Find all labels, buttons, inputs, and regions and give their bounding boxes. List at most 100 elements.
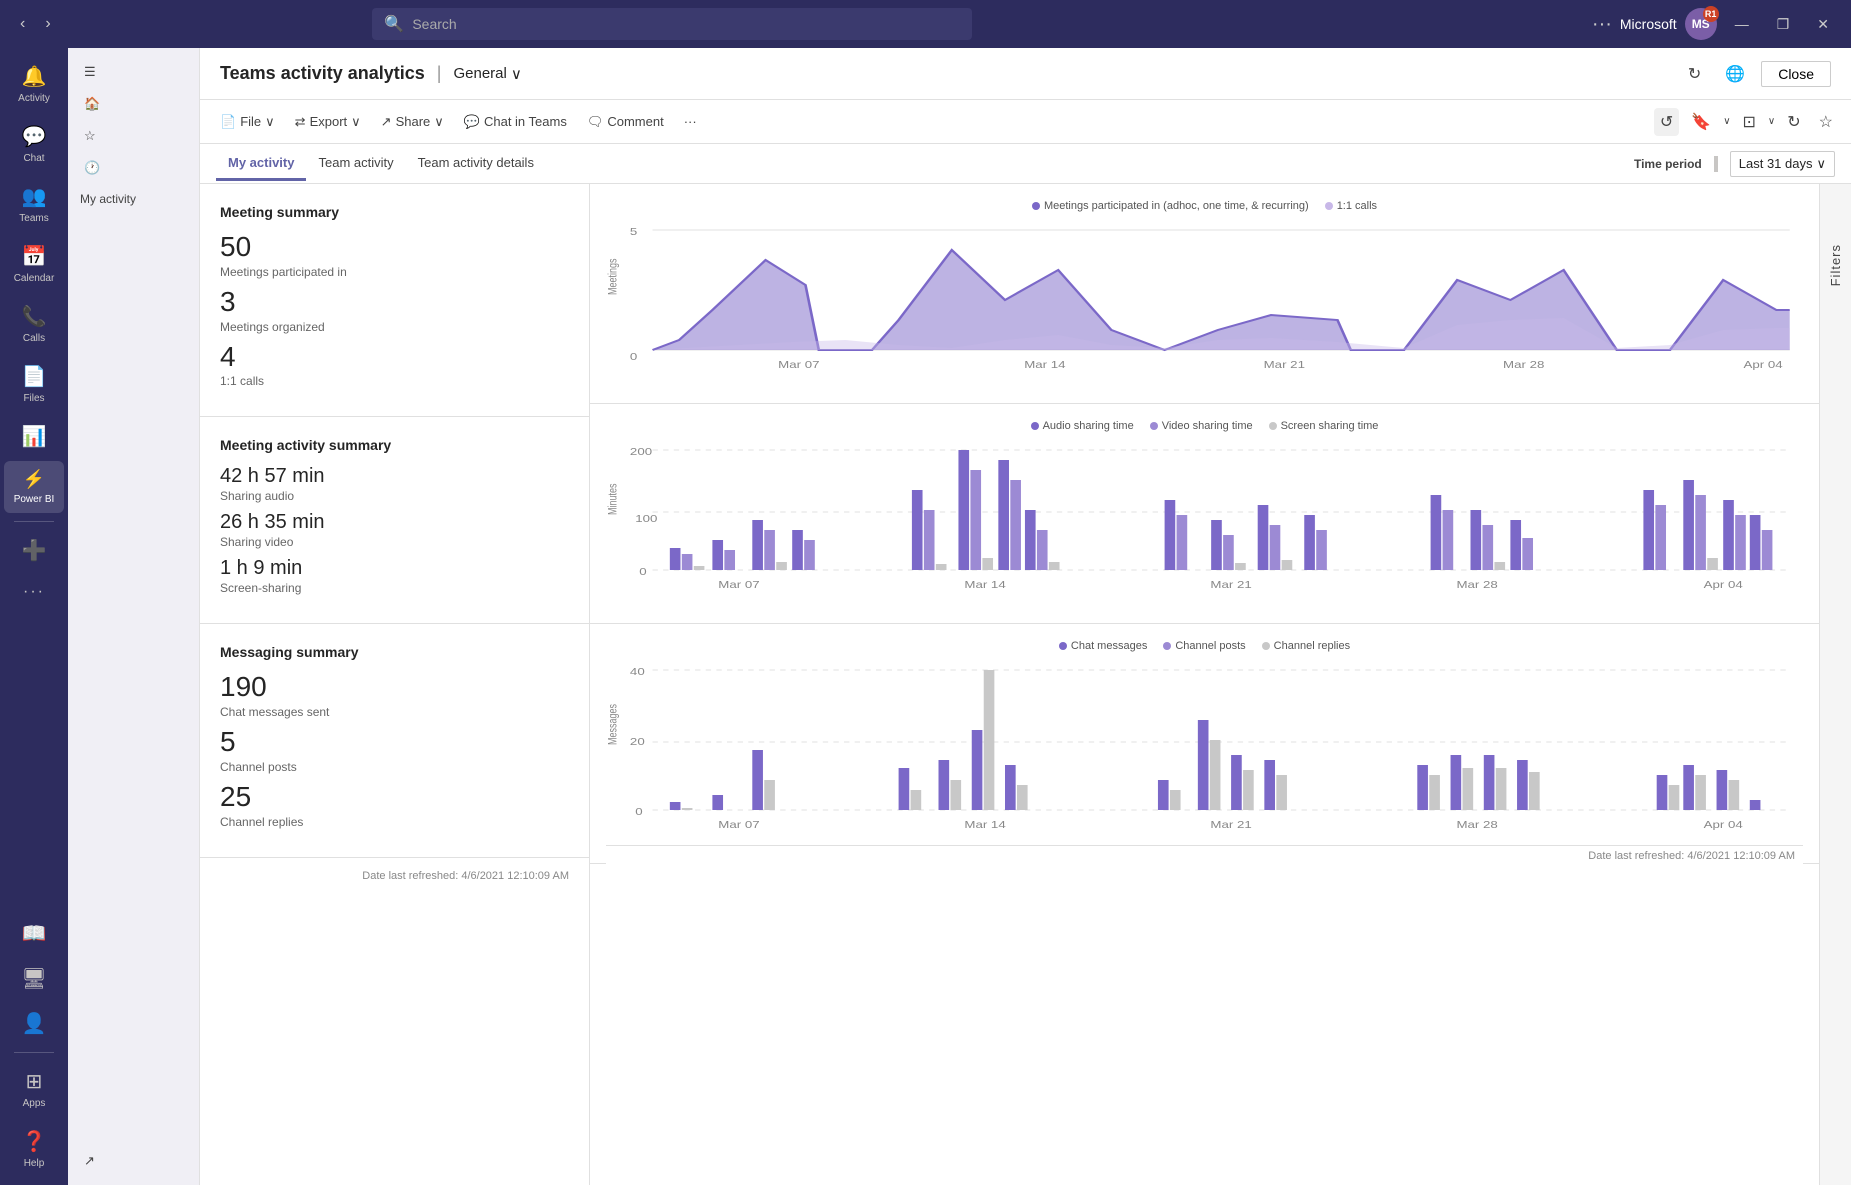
home-button[interactable]: 🏠 [72, 88, 195, 120]
sidebar-item-apps[interactable]: ⊞ Apps [4, 1061, 64, 1117]
reload-button[interactable]: ↻ [1781, 108, 1806, 136]
globe-button[interactable]: 🌐 [1717, 60, 1753, 88]
calls-icon: 📞 [22, 304, 47, 329]
svg-text:Apr 04: Apr 04 [1704, 820, 1744, 831]
hamburger-menu[interactable]: ☰ [72, 56, 195, 88]
nav-buttons: ‹ › [12, 11, 59, 37]
svg-text:Meetings: Meetings [606, 259, 620, 295]
content-header-right: ↻ 🌐 Close [1680, 60, 1831, 88]
legend-dot-video [1150, 422, 1158, 430]
calendar-icon: 📅 [22, 244, 47, 269]
meetings-participated-metric: 50 Meetings participated in [220, 232, 569, 279]
external-link-button[interactable]: ↗ [72, 1145, 195, 1177]
calls-label: Calls [23, 333, 45, 344]
chevron-down-icon: ∨ [511, 65, 522, 83]
tabs-row: My activity Team activity Team activity … [200, 144, 1851, 184]
hamburger-icon: ☰ [84, 64, 96, 80]
sidebar-item-boards[interactable]: 📊 [4, 416, 64, 457]
meeting-summary-panel: Meeting summary 50 Meetings participated… [200, 184, 589, 417]
meeting-activity-chart-legend: Audio sharing time Video sharing time Sc… [606, 420, 1803, 432]
help-icon: ❓ [22, 1129, 47, 1154]
legend-video: Video sharing time [1150, 420, 1253, 432]
svg-text:Mar 28: Mar 28 [1456, 820, 1498, 831]
sidebar-item-add[interactable]: ➕ [4, 530, 64, 571]
svg-text:Mar 28: Mar 28 [1456, 580, 1498, 591]
legend-label-calls: 1:1 calls [1337, 200, 1377, 212]
legend-label-chat: Chat messages [1071, 640, 1147, 652]
bookmark-button[interactable]: 🔖 [1685, 108, 1717, 136]
history-button[interactable]: 🕐 [72, 152, 195, 184]
legend-label-posts: Channel posts [1175, 640, 1245, 652]
screen-sharing-metric: 1 h 9 min Screen-sharing [220, 557, 569, 595]
sidebar-item-bookmarks[interactable]: 📖 [4, 913, 64, 954]
chat-in-teams-button[interactable]: 💬 Chat in Teams [456, 110, 575, 134]
time-period-selector[interactable]: Last 31 days ∨ [1730, 151, 1835, 177]
sidebar-item-more[interactable]: ··· [4, 575, 64, 609]
bookmark-chevron-icon: ∨ [1723, 116, 1730, 127]
toolbar: 📄 File ∨ ⇄ Export ∨ ↗ Share ∨ 💬 Chat in … [200, 100, 1851, 144]
share-button[interactable]: ↗ Share ∨ [373, 110, 452, 134]
sidebar-item-people[interactable]: 👤 [4, 1003, 64, 1044]
share-chevron-icon: ∨ [434, 114, 444, 130]
star-toolbar-button[interactable]: ☆ [1813, 108, 1839, 136]
svg-text:Mar 14: Mar 14 [964, 820, 1006, 831]
tab-my-activity[interactable]: My activity [216, 147, 306, 181]
svg-text:0: 0 [639, 567, 647, 578]
svg-text:Messages: Messages [606, 704, 620, 745]
export-button[interactable]: ⇄ Export ∨ [287, 110, 369, 134]
section-selector[interactable]: General ∨ [453, 65, 521, 83]
sidebar-item-devices[interactable]: 🖥 [4, 958, 64, 999]
undo-button[interactable]: ↺ [1654, 108, 1679, 136]
sidebar-item-chat[interactable]: 💬 Chat [4, 116, 64, 172]
sidebar-item-calendar[interactable]: 📅 Calendar [4, 236, 64, 292]
chat-label: Chat [23, 153, 44, 164]
more-options-button[interactable]: ··· [1592, 13, 1612, 36]
sidebar-item-teams[interactable]: 👥 Teams [4, 176, 64, 232]
meetings-chart: 5 0 Mar 07 Mar 14 Mar [606, 220, 1803, 380]
apps-label: Apps [23, 1098, 46, 1109]
tab-team-activity-details[interactable]: Team activity details [406, 147, 546, 181]
sidebar-item-activity[interactable]: 🔔 Activity [4, 56, 64, 112]
date-footer: Date last refreshed: 4/6/2021 12:10:09 A… [200, 858, 589, 894]
forward-button[interactable]: › [37, 11, 58, 37]
refresh-header-button[interactable]: ↻ [1680, 60, 1709, 88]
icon-rail: 🔔 Activity 💬 Chat 👥 Teams 📅 Calendar 📞 C… [0, 48, 68, 1185]
legend-audio: Audio sharing time [1031, 420, 1134, 432]
toolbar-more-icon: ··· [684, 114, 697, 129]
toolbar-more-button[interactable]: ··· [676, 110, 705, 133]
restore-button[interactable]: ❐ [1767, 12, 1800, 37]
meeting-activity-summary-panel: Meeting activity summary 42 h 57 min Sha… [200, 417, 589, 624]
export-label: Export [310, 114, 348, 129]
export-chevron-icon: ∨ [351, 114, 361, 130]
favorites-button[interactable]: ☆ [72, 120, 195, 152]
chat-icon: 💬 [22, 124, 47, 149]
legend-dot-replies [1262, 642, 1270, 650]
svg-text:0: 0 [630, 352, 638, 363]
window-close-button[interactable]: ✕ [1807, 12, 1839, 37]
file-button[interactable]: 📄 File ∨ [212, 110, 283, 134]
video-sharing-label: Sharing video [220, 535, 569, 549]
view-button[interactable]: ⊡ [1737, 108, 1762, 136]
my-activity-button[interactable]: My activity [72, 184, 195, 214]
sidebar-item-calls[interactable]: 📞 Calls [4, 296, 64, 352]
minimize-button[interactable]: — [1725, 12, 1759, 36]
sidebar-item-help[interactable]: ❓ Help [4, 1121, 64, 1177]
teams-label: Teams [19, 213, 48, 224]
meeting-activity-title: Meeting activity summary [220, 437, 569, 453]
back-button[interactable]: ‹ [12, 11, 33, 37]
close-button[interactable]: Close [1761, 61, 1831, 87]
calls-value: 4 [220, 342, 569, 373]
tab-team-activity[interactable]: Team activity [306, 147, 405, 181]
avatar[interactable]: MS R1 [1685, 8, 1717, 40]
sidebar-item-files[interactable]: 📄 Files [4, 356, 64, 412]
sidebar-item-powerbi[interactable]: ⚡ Power BI [4, 461, 64, 513]
meeting-summary-title: Meeting summary [220, 204, 569, 220]
summary-panels: Meeting summary 50 Meetings participated… [200, 184, 590, 1185]
legend-meetings-participated: Meetings participated in (adhoc, one tim… [1032, 200, 1309, 212]
legend-dot-chat [1059, 642, 1067, 650]
search-input[interactable] [412, 16, 960, 32]
channel-replies-metric: 25 Channel replies [220, 782, 569, 829]
comment-button[interactable]: 🗨 Comment [579, 110, 672, 134]
filters-label[interactable]: Filters [1828, 244, 1843, 286]
search-bar[interactable]: 🔍 [372, 8, 972, 40]
